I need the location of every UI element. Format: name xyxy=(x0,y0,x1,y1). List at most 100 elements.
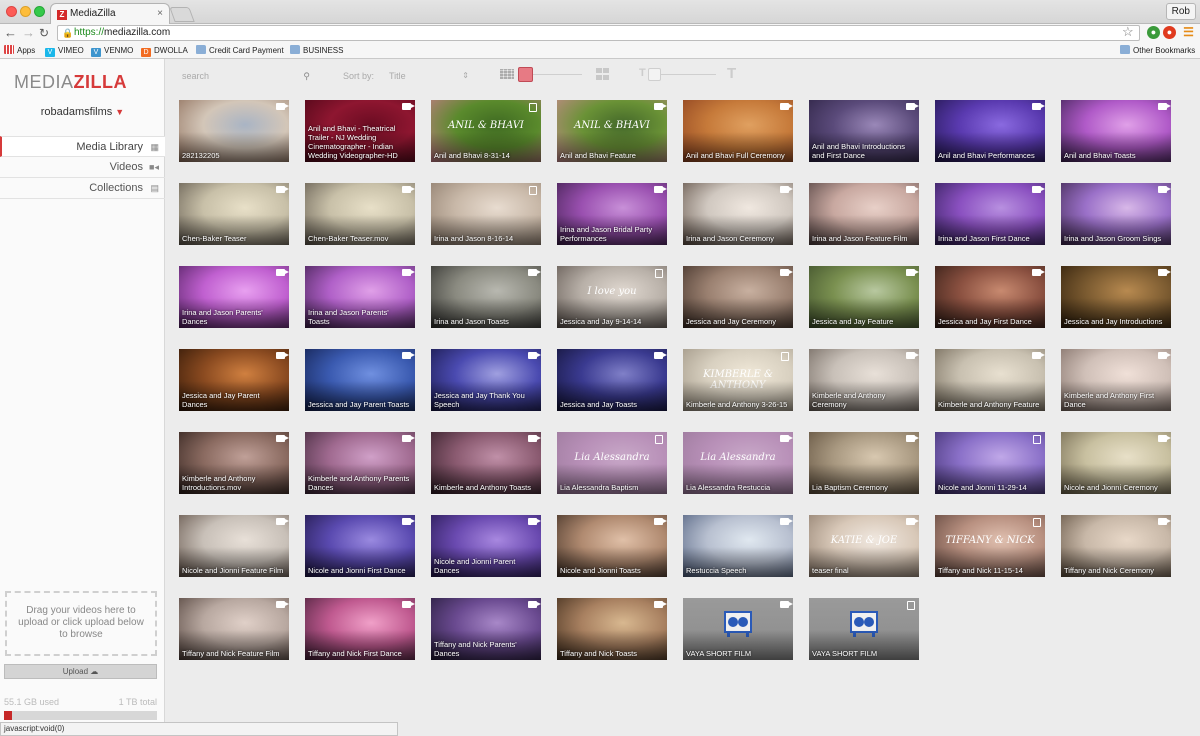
media-card[interactable]: Lia Alessandra Lia Alessandra Restuccia xyxy=(683,432,793,494)
forward-arrow-icon[interactable]: → xyxy=(22,25,35,41)
large-text-icon[interactable]: T xyxy=(727,65,736,82)
sidebar-item-media-library[interactable]: Media Library ▦ xyxy=(0,136,165,157)
media-card[interactable]: Jessica and Jay Feature xyxy=(809,266,919,328)
media-card[interactable]: KATIE & JOE teaser final xyxy=(809,515,919,577)
media-card[interactable]: Lia Baptism Ceremony xyxy=(809,432,919,494)
media-card[interactable]: 282132205 xyxy=(179,100,289,162)
search-input[interactable]: search ⚲ xyxy=(182,68,310,84)
media-card[interactable]: Irina and Jason Bridal Party Performance… xyxy=(557,183,667,245)
media-card[interactable]: VAYA SHORT FILM xyxy=(683,598,793,660)
address-bar[interactable]: 🔒 https://mediazilla.com xyxy=(57,25,1140,41)
media-card[interactable]: Kimberle and Anthony First Dance xyxy=(1061,349,1171,411)
media-card[interactable]: Nicole and Jionni Feature Film xyxy=(179,515,289,577)
media-card[interactable]: Tiffany and Nick Ceremony xyxy=(1061,515,1171,577)
media-card[interactable]: Jessica and Jay Introductions xyxy=(1061,266,1171,328)
media-card[interactable]: Anil and Bhavi Full Ceremony xyxy=(683,100,793,162)
browser-status-bar: javascript:void(0) xyxy=(0,722,398,736)
media-card[interactable]: Kimberle and Anthony Ceremony xyxy=(809,349,919,411)
small-grid-icon[interactable] xyxy=(500,69,514,79)
bookmark-credit-card-payment[interactable]: Credit Card Payment xyxy=(196,45,284,57)
bookmark-star-icon[interactable]: ☆ xyxy=(1122,24,1134,40)
media-card[interactable]: Nicole and Jionni Ceremony xyxy=(1061,432,1171,494)
media-card[interactable]: Irina and Jason Ceremony xyxy=(683,183,793,245)
media-card[interactable]: Anil and Bhavi Toasts xyxy=(1061,100,1171,162)
thumbnail-size-slider-handle[interactable] xyxy=(518,67,533,82)
media-card[interactable]: Irina and Jason Feature Film xyxy=(809,183,919,245)
back-arrow-icon[interactable]: ← xyxy=(4,25,17,41)
upload-button[interactable]: Upload ☁ xyxy=(4,664,157,679)
upload-dropzone[interactable]: Drag your videos here to upload or click… xyxy=(5,591,157,656)
media-card[interactable]: Irina and Jason Parents' Dances xyxy=(179,266,289,328)
media-card[interactable]: Chen-Baker Teaser xyxy=(179,183,289,245)
mediazilla-logo[interactable]: MEDIAZILLA xyxy=(14,72,127,93)
media-card[interactable]: Tiffany and Nick First Dance xyxy=(305,598,415,660)
sort-select[interactable]: Title ⇕ xyxy=(389,68,469,84)
media-card[interactable]: Irina and Jason 8-16-14 xyxy=(431,183,541,245)
evernote-extension-icon[interactable]: ● xyxy=(1147,26,1160,39)
new-tab-button[interactable] xyxy=(169,7,195,22)
media-title: Kimberle and Anthony Feature xyxy=(938,400,1040,409)
bookmark-other[interactable]: Other Bookmarks xyxy=(1120,45,1195,57)
small-text-icon[interactable]: T xyxy=(639,67,646,79)
media-card[interactable]: KIMBERLE & ANTHONYKimberle and Anthony 3… xyxy=(683,349,793,411)
bookmark-venmo[interactable]: V VENMO xyxy=(91,45,133,57)
media-card[interactable]: Kimberle and Anthony Feature xyxy=(935,349,1045,411)
media-card[interactable]: Irina and Jason Toasts xyxy=(431,266,541,328)
media-card[interactable]: Anil and Bhavi Performances xyxy=(935,100,1045,162)
media-card[interactable]: Jessica and Jay Parent Dances xyxy=(179,349,289,411)
media-card[interactable]: I love you Jessica and Jay 9-14-14 xyxy=(557,266,667,328)
media-card[interactable]: Tiffany and Nick Feature Film xyxy=(179,598,289,660)
media-title: Tiffany and Nick Toasts xyxy=(560,649,637,658)
bookmark-vimeo[interactable]: V VIMEO xyxy=(45,45,84,57)
collection-icon xyxy=(1033,435,1041,447)
media-card[interactable]: Nicole and Jionni Parent Dances xyxy=(431,515,541,577)
media-card[interactable]: Nicole and Jionni Toasts xyxy=(557,515,667,577)
account-dropdown[interactable]: robadamsfilms ▼ xyxy=(0,106,165,118)
media-card[interactable]: Irina and Jason First Dance xyxy=(935,183,1045,245)
media-card[interactable]: ANIL & BHAVI Anil and Bhavi Feature xyxy=(557,100,667,162)
media-card[interactable]: Tiffany and Nick Parents' Dances xyxy=(431,598,541,660)
browser-menu-icon[interactable]: ☰ xyxy=(1182,26,1195,39)
media-card[interactable]: Jessica and Jay Thank You Speech xyxy=(431,349,541,411)
media-card[interactable]: Irina and Jason Parents' Toasts xyxy=(305,266,415,328)
close-window-button[interactable] xyxy=(6,6,17,17)
media-card[interactable]: Nicole and Jionni 11-29-14 xyxy=(935,432,1045,494)
text-size-slider-handle[interactable] xyxy=(648,68,661,81)
tab-close-icon[interactable]: × xyxy=(157,8,163,19)
media-title: Jessica and Jay Toasts xyxy=(560,400,637,409)
media-card[interactable]: Anil and Bhavi - Theatrical Trailer - NJ… xyxy=(305,100,415,162)
media-card[interactable]: Jessica and Jay Parent Toasts xyxy=(305,349,415,411)
bookmark-business[interactable]: BUSINESS xyxy=(290,45,343,57)
media-card[interactable]: ANIL & BHAVI Anil and Bhavi 8-31-14 xyxy=(431,100,541,162)
search-icon[interactable]: ⚲ xyxy=(303,68,310,84)
media-title: Kimberle and Anthony Parents Dances xyxy=(308,474,410,492)
media-card[interactable]: Kimberle and Anthony Parents Dances xyxy=(305,432,415,494)
adblock-extension-icon[interactable]: ● xyxy=(1163,26,1176,39)
media-title: Nicole and Jionni First Dance xyxy=(308,566,406,575)
bookmark-dwolla[interactable]: D DWOLLA xyxy=(141,45,188,57)
media-card[interactable]: Jessica and Jay Ceremony xyxy=(683,266,793,328)
media-card[interactable]: TIFFANY & NICK Tiffany and Nick 11-15-14 xyxy=(935,515,1045,577)
media-card[interactable]: Irina and Jason Groom Sings xyxy=(1061,183,1171,245)
minimize-window-button[interactable] xyxy=(20,6,31,17)
media-card[interactable]: Kimberle and Anthony Introductions.mov xyxy=(179,432,289,494)
media-card[interactable]: Anil and Bhavi Introductions and First D… xyxy=(809,100,919,162)
sidebar-item-collections[interactable]: Collections ▤ xyxy=(0,178,165,199)
media-card[interactable]: Lia Alessandra Lia Alessandra Baptism xyxy=(557,432,667,494)
media-card[interactable]: Jessica and Jay First Dance xyxy=(935,266,1045,328)
large-grid-icon[interactable] xyxy=(596,68,610,81)
media-card[interactable]: Restuccia Speech xyxy=(683,515,793,577)
media-card[interactable]: Kimberle and Anthony Toasts xyxy=(431,432,541,494)
sidebar-item-videos[interactable]: Videos ■◂ xyxy=(0,157,165,178)
media-card[interactable]: Nicole and Jionni First Dance xyxy=(305,515,415,577)
media-card[interactable]: Tiffany and Nick Toasts xyxy=(557,598,667,660)
media-card[interactable]: Jessica and Jay Toasts xyxy=(557,349,667,411)
bookmark-apps[interactable]: Apps xyxy=(4,45,35,57)
profile-button[interactable]: Rob xyxy=(1165,3,1196,20)
reload-icon[interactable]: ↻ xyxy=(39,25,49,41)
zoom-window-button[interactable] xyxy=(34,6,45,17)
browser-tab[interactable]: Z MediaZilla × xyxy=(50,3,170,25)
media-card[interactable]: VAYA SHORT FILM xyxy=(809,598,919,660)
media-card[interactable]: Chen-Baker Teaser.mov xyxy=(305,183,415,245)
storage-progress-bar xyxy=(4,711,157,720)
